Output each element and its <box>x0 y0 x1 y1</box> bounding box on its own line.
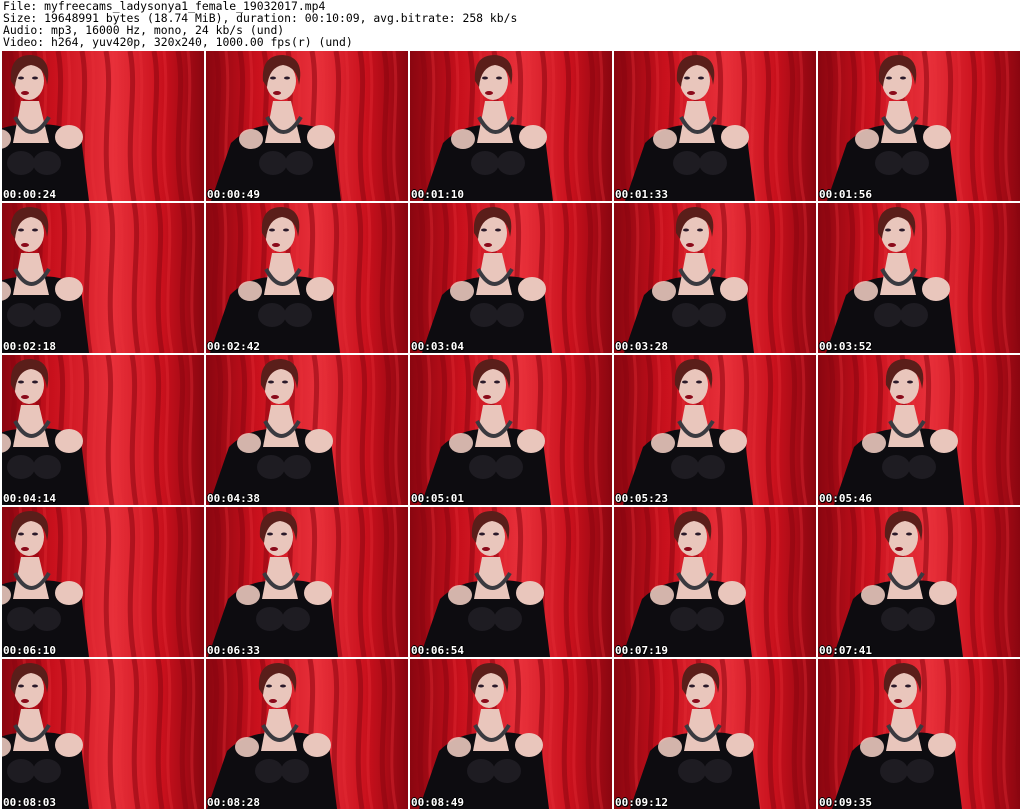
thumbnail-timestamp: 00:06:33 <box>207 644 260 657</box>
video-thumbnail: 00:09:12 <box>614 659 816 809</box>
thumbnail-timestamp: 00:01:33 <box>615 188 668 201</box>
thumbnail-timestamp: 00:01:10 <box>411 188 464 201</box>
video-thumbnail: 00:05:01 <box>410 355 612 505</box>
thumbnail-timestamp: 00:04:38 <box>207 492 260 505</box>
thumbnail-timestamp: 00:04:14 <box>3 492 56 505</box>
video-frame-image <box>410 659 612 809</box>
video-frame-image <box>206 203 408 353</box>
video-thumbnail: 00:07:19 <box>614 507 816 657</box>
video-frame-image <box>2 51 204 201</box>
video-thumbnail: 00:08:49 <box>410 659 612 809</box>
video-frame-image <box>206 355 408 505</box>
video-thumbnail: 00:08:03 <box>2 659 204 809</box>
video-frame-image <box>410 355 612 505</box>
thumbnail-timestamp: 00:05:01 <box>411 492 464 505</box>
video-frame-image <box>410 203 612 353</box>
file-info-header: File: myfreecams_ladysonya1_female_19032… <box>3 0 1021 48</box>
thumbnail-timestamp: 00:02:42 <box>207 340 260 353</box>
video-thumbnail: 00:07:41 <box>818 507 1020 657</box>
video-info-line: Video: h264, yuv420p, 320x240, 1000.00 f… <box>3 35 353 49</box>
thumbnail-timestamp: 00:09:35 <box>819 796 872 809</box>
video-thumbnail: 00:01:10 <box>410 51 612 201</box>
video-frame-image <box>614 51 816 201</box>
video-frame-image <box>2 203 204 353</box>
video-thumbnail: 00:03:52 <box>818 203 1020 353</box>
video-frame-image <box>614 659 816 809</box>
video-thumbnail: 00:09:35 <box>818 659 1020 809</box>
video-thumbnail: 00:03:04 <box>410 203 612 353</box>
thumbnail-timestamp: 00:08:28 <box>207 796 260 809</box>
thumbnail-timestamp: 00:06:54 <box>411 644 464 657</box>
thumbnail-timestamp: 00:00:24 <box>3 188 56 201</box>
video-thumbnail: 00:04:14 <box>2 355 204 505</box>
video-frame-image <box>818 203 1020 353</box>
video-frame-image <box>2 355 204 505</box>
video-thumbnail: 00:05:46 <box>818 355 1020 505</box>
thumbnail-timestamp: 00:07:41 <box>819 644 872 657</box>
thumbnail-grid: 00:00:24 00:00:49 00:01:10 00:01:33 00:01:56… <box>2 51 1022 811</box>
video-thumbnail: 00:05:23 <box>614 355 816 505</box>
video-frame-image <box>614 355 816 505</box>
thumbnail-timestamp: 00:05:46 <box>819 492 872 505</box>
video-frame-image <box>410 507 612 657</box>
video-frame-image <box>614 203 816 353</box>
thumbnail-timestamp: 00:08:49 <box>411 796 464 809</box>
thumbnail-timestamp: 00:03:52 <box>819 340 872 353</box>
video-frame-image <box>818 507 1020 657</box>
video-frame-image <box>206 507 408 657</box>
thumbnail-timestamp: 00:00:49 <box>207 188 260 201</box>
thumbnail-timestamp: 00:08:03 <box>3 796 56 809</box>
thumbnail-timestamp: 00:02:18 <box>3 340 56 353</box>
video-frame-image <box>2 507 204 657</box>
thumbnail-timestamp: 00:06:10 <box>3 644 56 657</box>
video-frame-image <box>206 51 408 201</box>
video-thumbnail: 00:00:24 <box>2 51 204 201</box>
video-frame-image <box>818 659 1020 809</box>
thumbnail-timestamp: 00:03:04 <box>411 340 464 353</box>
video-frame-image <box>206 659 408 809</box>
video-thumbnail: 00:00:49 <box>206 51 408 201</box>
video-thumbnail: 00:06:33 <box>206 507 408 657</box>
video-thumbnail: 00:02:42 <box>206 203 408 353</box>
video-thumbnail: 00:06:54 <box>410 507 612 657</box>
thumbnail-timestamp: 00:09:12 <box>615 796 668 809</box>
thumbnail-timestamp: 00:07:19 <box>615 644 668 657</box>
thumbnail-timestamp: 00:01:56 <box>819 188 872 201</box>
video-frame-image <box>2 659 204 809</box>
thumbnail-timestamp: 00:03:28 <box>615 340 668 353</box>
video-thumbnail: 00:03:28 <box>614 203 816 353</box>
video-thumbnail: 00:06:10 <box>2 507 204 657</box>
video-thumbnail: 00:04:38 <box>206 355 408 505</box>
video-thumbnail: 00:08:28 <box>206 659 408 809</box>
thumbnail-timestamp: 00:05:23 <box>615 492 668 505</box>
video-thumbnail: 00:01:56 <box>818 51 1020 201</box>
video-frame-image <box>410 51 612 201</box>
video-frame-image <box>818 355 1020 505</box>
video-thumbnail: 00:02:18 <box>2 203 204 353</box>
video-thumbnail: 00:01:33 <box>614 51 816 201</box>
video-frame-image <box>614 507 816 657</box>
video-frame-image <box>818 51 1020 201</box>
